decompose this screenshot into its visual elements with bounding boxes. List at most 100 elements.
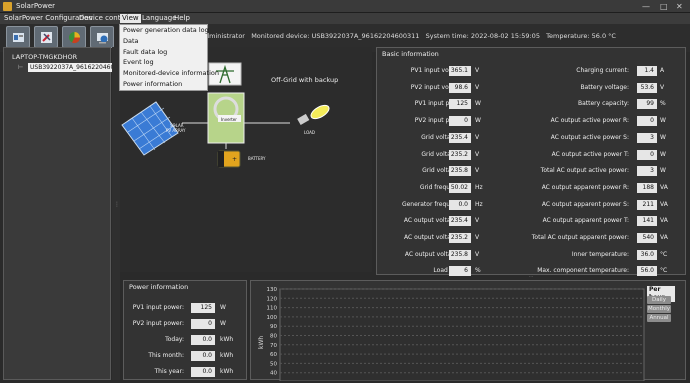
power-row-value: 0 [191,319,215,329]
chart-ytick-label: 80 [270,334,277,340]
status-line: dministrator Monitored device: USB392203… [205,32,616,40]
left-row-unit: W [475,100,481,108]
devices-icon [97,33,108,44]
left-row-value: 235.2 [449,233,471,243]
title-bar: SolarPower — □ ✕ [0,0,690,13]
left-row-unit: V [475,133,480,141]
left-row-value: 0.0 [449,199,471,210]
menu-bar: SolarPower Configuration Device control … [0,13,690,24]
power-row-value: 125 [191,303,215,313]
chart-ylabel: kWh [258,336,265,349]
right-row-unit: W [660,150,666,158]
power-row-label: PV1 input power: [132,304,184,311]
right-row-value: 188 [637,182,657,193]
left-row-value: 0 [449,116,471,127]
tools-button[interactable] [34,26,58,48]
app-icon [3,2,12,11]
right-row-label: AC output apparent power R: [541,183,629,191]
right-row-label: Total AC output apparent power: [531,234,629,241]
left-row-value: 6 [449,266,471,277]
operating-mode: Off-Grid with backup [271,76,339,84]
svg-text:+: + [232,156,237,163]
load-label: LOAD [304,130,315,135]
power-row-unit: kWh [220,368,234,375]
battery-label: BATTERY [248,156,266,161]
left-row-unit: V [475,234,480,241]
right-row-value: 99 [637,99,657,110]
right-row-label: AC output active power R: [550,117,629,125]
left-row-value: 235.4 [449,132,471,143]
chart-ytick-label: 70 [270,343,277,349]
menu-item-fault-data-log[interactable]: Fault data log [120,47,207,58]
config-button[interactable] [6,26,30,48]
left-row-unit: Hz [475,183,483,191]
right-row-unit: VA [660,217,668,225]
menu-item-monitored-device-info[interactable]: Monitored-device information [120,68,219,79]
daily-tab[interactable]: Daily [647,296,671,304]
devices-button[interactable] [90,26,114,48]
panel-splitter[interactable]: ⋮ [112,47,120,380]
power-information-panel: Power information PV1 input power: 125 W… [123,280,247,380]
right-row-unit: V [660,83,665,91]
chart-ytick-label: 60 [270,352,277,358]
menu-item-event-log[interactable]: Event log [120,57,207,68]
chart-ytick-label: 90 [270,324,277,330]
right-row-label: Battery capacity: [577,100,629,108]
system-time-value: 2022-08-02 15:59:05 [470,32,540,40]
menu-item-power-generation-log[interactable]: Power generation data log [120,25,209,36]
right-row-unit: VA [660,234,668,241]
tree-branch-icon: ⊢ [18,64,24,71]
left-row-unit: % [475,267,481,275]
left-row-value: 235.4 [449,216,471,227]
left-row-unit: W [475,117,481,125]
right-row-label: AC output active power T: [551,150,629,158]
right-row-unit: W [660,167,666,175]
power-row-unit: W [220,320,226,327]
left-row-value: 125 [449,99,471,110]
chart-ytick-label: 120 [267,296,278,302]
chart-ytick-label: 50 [270,361,277,367]
chart-ytick-label: 110 [267,306,278,312]
right-row-value: 1.4 [637,66,657,76]
right-row-unit: °C [660,267,668,275]
tools-icon [41,32,52,43]
menu-view[interactable]: View [120,14,141,23]
minimize-button[interactable]: — [642,2,650,11]
config-icon [13,33,24,42]
right-row-value: 540 [637,233,657,243]
menu-item-power-information[interactable]: Power information [120,79,207,90]
right-row-value: 0 [637,116,657,127]
maximize-button[interactable]: □ [660,2,668,11]
right-row-label: AC output apparent power T: [542,217,629,225]
left-row-value: 50.02 [449,182,471,193]
load-bulb-icon [297,104,330,125]
annual-tab[interactable]: Annual [647,314,671,322]
chart-button[interactable] [62,26,86,48]
left-row-value: 365.1 [449,66,471,76]
inverter-label: Inverter [221,117,237,122]
right-row-label: AC output active power S: [550,133,629,141]
right-row-label: AC output apparent power S: [541,200,629,208]
right-row-value: 211 [637,199,657,210]
right-row-label: Max. component temperature: [537,267,629,275]
menu-help[interactable]: Help [174,14,190,23]
view-menu-dropdown: Power generation data log Data Fault dat… [119,24,219,91]
menu-item-data[interactable]: Data [120,36,207,47]
basic-info-title: Basic information [382,50,439,58]
tree-root-computer[interactable]: LAPTOP-TMGKDHOR [12,53,77,61]
horizontal-splitter[interactable]: ··· [376,275,686,280]
left-row-unit: V [475,217,480,225]
left-row-unit: V [475,150,480,158]
left-row-unit: V [475,67,480,74]
right-row-label: Inner temperature: [571,250,629,258]
left-row-unit: V [475,250,480,258]
menu-language[interactable]: Language [142,14,177,23]
monthly-tab[interactable]: Monthly [647,305,671,313]
basic-information-panel: Basic information PV1 input voltage: 365… [376,47,686,277]
right-row-value: 0 [637,149,657,160]
close-button[interactable]: ✕ [676,2,683,11]
right-row-unit: W [660,133,666,141]
power-row-value: 0.0 [191,335,215,345]
left-row-value: 98.6 [449,82,471,93]
monitored-device-label: Monitored device: [251,32,310,40]
